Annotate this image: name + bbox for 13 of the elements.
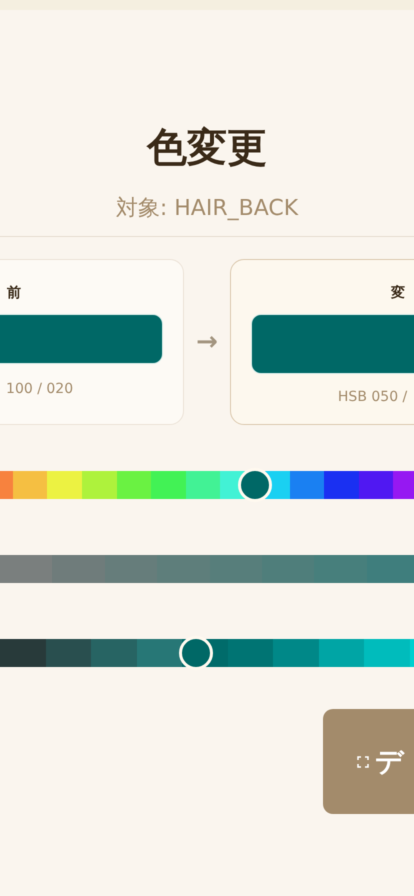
expand-icon xyxy=(357,756,369,768)
hsb-reading: HSB 050 / xyxy=(336,388,408,406)
arrow-icon: → xyxy=(196,327,218,357)
hue-slider[interactable] xyxy=(0,471,414,499)
slider-thumb[interactable] xyxy=(179,636,214,670)
brightness-slider[interactable] xyxy=(0,639,414,667)
slider-thumb[interactable] xyxy=(238,468,272,502)
screen-title: 色変更 xyxy=(145,124,268,173)
card-title: 前 xyxy=(7,284,22,302)
target-label: 対象: HAIR_BACK xyxy=(114,195,300,223)
hsb-reading: 100 / 020 xyxy=(6,380,74,398)
card-title: 変 xyxy=(390,284,405,302)
confirm-button[interactable]: デ xyxy=(323,709,414,814)
